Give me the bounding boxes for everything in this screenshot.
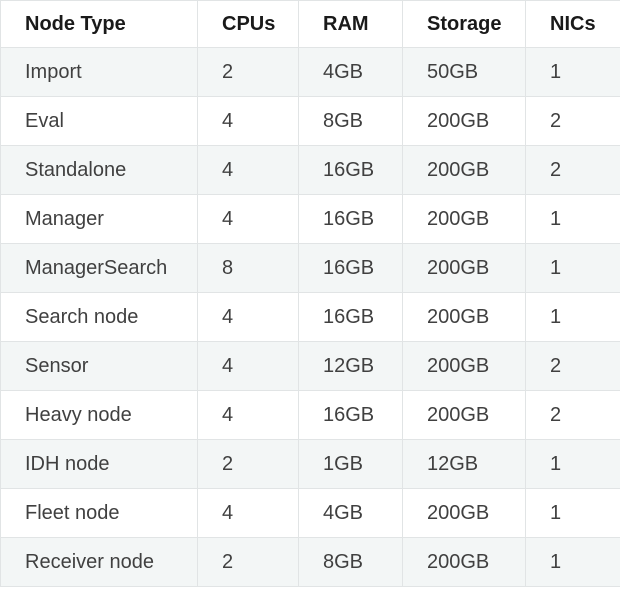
cell-node-type: Eval: [0, 96, 198, 146]
table-row: Heavy node 4 16GB 200GB 2: [0, 390, 620, 440]
header-ram: RAM: [298, 0, 403, 48]
cell-cpus: 4: [197, 488, 299, 538]
cell-cpus: 4: [197, 341, 299, 391]
cell-ram: 8GB: [298, 537, 403, 587]
cell-cpus: 2: [197, 47, 299, 97]
cell-storage: 50GB: [402, 47, 526, 97]
cell-storage: 200GB: [402, 488, 526, 538]
cell-ram: 1GB: [298, 439, 403, 489]
node-requirements-table: Node Type CPUs RAM Storage NICs Import 2…: [0, 0, 620, 587]
cell-node-type: Fleet node: [0, 488, 198, 538]
cell-ram: 4GB: [298, 47, 403, 97]
cell-ram: 12GB: [298, 341, 403, 391]
cell-node-type: Manager: [0, 194, 198, 244]
header-storage: Storage: [402, 0, 526, 48]
table-body: Import 2 4GB 50GB 1 Eval 4 8GB 200GB 2 S…: [0, 47, 620, 587]
table-row: Search node 4 16GB 200GB 1: [0, 292, 620, 342]
cell-ram: 16GB: [298, 145, 403, 195]
table-row: Manager 4 16GB 200GB 1: [0, 194, 620, 244]
cell-node-type: Sensor: [0, 341, 198, 391]
cell-cpus: 4: [197, 145, 299, 195]
header-row: Node Type CPUs RAM Storage NICs: [0, 0, 620, 48]
table-header: Node Type CPUs RAM Storage NICs: [0, 0, 620, 48]
cell-nics: 1: [525, 243, 620, 293]
cell-storage: 200GB: [402, 390, 526, 440]
cell-cpus: 4: [197, 96, 299, 146]
cell-node-type: Standalone: [0, 145, 198, 195]
cell-storage: 200GB: [402, 96, 526, 146]
header-node-type: Node Type: [0, 0, 198, 48]
cell-nics: 1: [525, 194, 620, 244]
cell-node-type: Search node: [0, 292, 198, 342]
cell-nics: 1: [525, 47, 620, 97]
table-row: Eval 4 8GB 200GB 2: [0, 96, 620, 146]
table-row: Receiver node 2 8GB 200GB 1: [0, 537, 620, 587]
cell-storage: 200GB: [402, 194, 526, 244]
cell-ram: 16GB: [298, 243, 403, 293]
cell-ram: 4GB: [298, 488, 403, 538]
cell-storage: 200GB: [402, 292, 526, 342]
cell-storage: 12GB: [402, 439, 526, 489]
cell-nics: 2: [525, 145, 620, 195]
cell-ram: 16GB: [298, 390, 403, 440]
cell-ram: 8GB: [298, 96, 403, 146]
cell-nics: 1: [525, 439, 620, 489]
cell-storage: 200GB: [402, 145, 526, 195]
table-row: Fleet node 4 4GB 200GB 1: [0, 488, 620, 538]
cell-nics: 1: [525, 488, 620, 538]
cell-cpus: 8: [197, 243, 299, 293]
header-cpus: CPUs: [197, 0, 299, 48]
cell-storage: 200GB: [402, 243, 526, 293]
cell-node-type: IDH node: [0, 439, 198, 489]
cell-nics: 2: [525, 341, 620, 391]
cell-node-type: ManagerSearch: [0, 243, 198, 293]
cell-storage: 200GB: [402, 537, 526, 587]
table-row: Sensor 4 12GB 200GB 2: [0, 341, 620, 391]
table-row: Import 2 4GB 50GB 1: [0, 47, 620, 97]
cell-ram: 16GB: [298, 292, 403, 342]
cell-cpus: 4: [197, 194, 299, 244]
cell-nics: 2: [525, 96, 620, 146]
table-row: Standalone 4 16GB 200GB 2: [0, 145, 620, 195]
cell-ram: 16GB: [298, 194, 403, 244]
table-row: ManagerSearch 8 16GB 200GB 1: [0, 243, 620, 293]
table-row: IDH node 2 1GB 12GB 1: [0, 439, 620, 489]
cell-cpus: 4: [197, 292, 299, 342]
cell-storage: 200GB: [402, 341, 526, 391]
cell-node-type: Import: [0, 47, 198, 97]
cell-node-type: Heavy node: [0, 390, 198, 440]
cell-cpus: 2: [197, 537, 299, 587]
cell-nics: 1: [525, 292, 620, 342]
cell-cpus: 2: [197, 439, 299, 489]
cell-cpus: 4: [197, 390, 299, 440]
cell-nics: 1: [525, 537, 620, 587]
cell-nics: 2: [525, 390, 620, 440]
cell-node-type: Receiver node: [0, 537, 198, 587]
header-nics: NICs: [525, 0, 620, 48]
